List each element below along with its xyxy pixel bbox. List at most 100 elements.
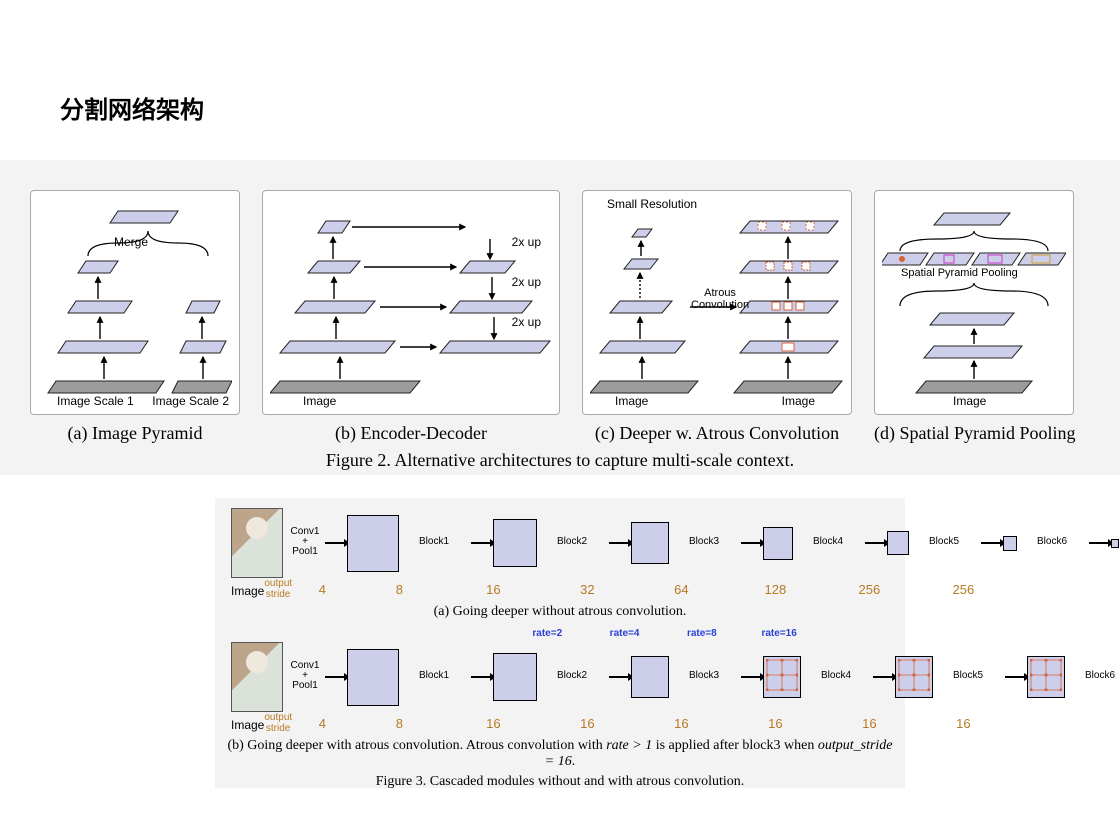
- rate-label: [431, 628, 508, 640]
- stage-label: Block4: [821, 671, 851, 681]
- stride-label-b: output stride: [264, 712, 292, 734]
- arrow-icon: [1089, 542, 1109, 544]
- input-image-a: [231, 508, 283, 578]
- stage-label: Block6: [1037, 537, 1067, 547]
- stride-value: 16: [822, 716, 916, 731]
- stage-label: Block4: [813, 537, 843, 547]
- up-label-1: 2x up: [512, 235, 541, 249]
- cascade-row-b: Conv1 + Pool1Block1Block2Block3Block4Blo…: [231, 642, 895, 712]
- block: [631, 656, 669, 698]
- arrow-icon: [981, 542, 1001, 544]
- stage-label: Conv1 + Pool1: [291, 527, 320, 557]
- rate-label: rate=8: [663, 628, 740, 640]
- img-scale1-label: Image Scale 1: [57, 394, 134, 408]
- stride-value: 4: [292, 716, 352, 731]
- page-title: 分割网络架构: [60, 90, 204, 125]
- arrow-icon: [471, 542, 491, 544]
- arrow-icon: [609, 676, 629, 678]
- stage-label: Block1: [419, 537, 449, 547]
- atrous-conv-label: Atrous Convolution: [691, 287, 749, 311]
- arrow-icon: [741, 542, 761, 544]
- figure-2-caption: Figure 2. Alternative architectures to c…: [30, 450, 1090, 471]
- arrow-icon: [873, 676, 893, 678]
- stride-value: 16: [446, 582, 540, 597]
- img-d-label: Image: [953, 394, 986, 408]
- merge-label: Merge: [114, 235, 148, 249]
- panel-a: Merge Image Scale 1 Image Scale 2 (a) Im…: [30, 190, 240, 444]
- encoder-decoder-diagram: [270, 201, 552, 406]
- stride-value: 16: [634, 716, 728, 731]
- image-b-label: Image: [231, 718, 264, 732]
- img-c-left: Image: [615, 394, 648, 408]
- stride-value: 32: [540, 582, 634, 597]
- block: [1111, 539, 1119, 548]
- stage-label: Block5: [953, 671, 983, 681]
- panel-d: Spatial Pyramid Pooling Image (d) Spatia…: [874, 190, 1076, 444]
- stage-label: Block5: [929, 537, 959, 547]
- block: [493, 519, 537, 567]
- small-res-label: Small Resolution: [607, 197, 697, 211]
- figure-3-caption: Figure 3. Cascaded modules without and w…: [225, 774, 895, 790]
- stride-value: 256: [916, 582, 1010, 597]
- block: [347, 649, 399, 706]
- cascade-row-a: Conv1 + Pool1Block1Block2Block3Block4Blo…: [231, 508, 895, 578]
- arrow-icon: [865, 542, 885, 544]
- block: [347, 515, 399, 572]
- panel-c-caption: (c) Deeper w. Atrous Convolution: [582, 423, 852, 444]
- row-b-caption: (b) Going deeper with atrous convolution…: [225, 738, 895, 770]
- panel-b: 2x up 2x up 2x up Image (b) Encoder-Deco…: [262, 190, 560, 444]
- stage-label: Block1: [419, 671, 449, 681]
- image-a-label: Image: [231, 584, 264, 598]
- input-image-b: [231, 642, 283, 712]
- arrow-icon: [471, 676, 491, 678]
- figure-2: Merge Image Scale 1 Image Scale 2 (a) Im…: [0, 160, 1120, 475]
- panel-c: Small Resolution Atrous Convolution Imag…: [582, 190, 852, 444]
- stage-label: Conv1 + Pool1: [291, 661, 320, 691]
- rate-label: rate=16: [740, 628, 817, 640]
- spp-label: Spatial Pyramid Pooling: [901, 267, 1018, 279]
- block: [631, 522, 669, 564]
- stage-label: Block6: [1085, 671, 1115, 681]
- stride-value: 8: [352, 716, 446, 731]
- stage-label: Block3: [689, 671, 719, 681]
- stage-label: Block2: [557, 671, 587, 681]
- stride-value: 16: [446, 716, 540, 731]
- figure-3: Conv1 + Pool1 Block1 Block2 Block3 Block4 Blo…: [215, 498, 905, 788]
- stage-label: Block3: [689, 537, 719, 547]
- stride-value: 64: [634, 582, 728, 597]
- rate-label: rate=4: [586, 628, 663, 640]
- stride-label-a: output stride: [264, 578, 292, 600]
- block: [493, 653, 537, 701]
- panel-a-caption: (a) Image Pyramid: [30, 423, 240, 444]
- arrow-icon: [325, 676, 345, 678]
- block: [1003, 536, 1017, 551]
- stride-value: 256: [822, 582, 916, 597]
- img-scale2-label: Image Scale 2: [152, 394, 229, 408]
- block: [887, 531, 909, 555]
- arrow-icon: [741, 676, 761, 678]
- arrow-icon: [325, 542, 345, 544]
- arrow-icon: [609, 542, 629, 544]
- stride-value: 128: [728, 582, 822, 597]
- rate-label: rate=2: [509, 628, 586, 640]
- block: [763, 527, 793, 560]
- spp-diagram: [882, 201, 1066, 406]
- image-pyramid-diagram: [38, 201, 232, 406]
- rate-label: [354, 628, 431, 640]
- up-label-2: 2x up: [512, 275, 541, 289]
- stride-value: 16: [540, 716, 634, 731]
- stride-value: 16: [916, 716, 1010, 731]
- img-b-label: Image: [303, 394, 336, 408]
- stride-value: 16: [728, 716, 822, 731]
- panel-b-caption: (b) Encoder-Decoder: [262, 423, 560, 444]
- img-c-right: Image: [782, 394, 815, 408]
- up-label-3: 2x up: [512, 315, 541, 329]
- rate-label: [818, 628, 895, 640]
- stage-label: Block2: [557, 537, 587, 547]
- rate-label: [305, 628, 354, 640]
- arrow-icon: [1005, 676, 1025, 678]
- stride-value: 8: [352, 582, 446, 597]
- stride-value: 4: [292, 582, 352, 597]
- panel-d-caption: (d) Spatial Pyramid Pooling: [874, 423, 1076, 444]
- row-a-caption: (a) Going deeper without atrous convolut…: [225, 604, 895, 620]
